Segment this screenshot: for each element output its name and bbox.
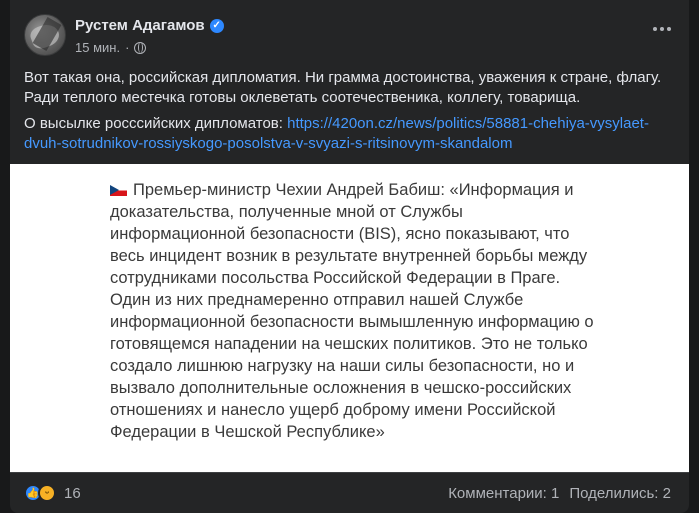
post-header: Рустем Адагамов ✓ 15 мин. ·	[10, 0, 689, 70]
author-name[interactable]: Рустем Адагамов	[75, 17, 205, 34]
post-time[interactable]: 15 мин.	[75, 40, 120, 55]
post-text: Вот такая она, российская дипломатия. Ни…	[24, 68, 674, 160]
haha-icon: ᵕ	[38, 484, 56, 502]
czech-flag-icon	[110, 185, 127, 196]
image-quote-text: Премьер-министр Чехии Андрей Бабиш: «Инф…	[110, 181, 594, 441]
post-paragraph-2: О высылке росссийских дипломатов: https:…	[24, 114, 674, 154]
avatar[interactable]	[24, 14, 66, 56]
shares-count[interactable]: Поделились: 2	[569, 485, 671, 502]
post-image[interactable]: Премьер-министр Чехии Андрей Бабиш: «Инф…	[10, 164, 689, 472]
link-prefix: О высылке росссийских дипломатов:	[24, 115, 288, 132]
reactions-count: 16	[64, 484, 81, 502]
post-paragraph-1: Вот такая она, российская дипломатия. Ни…	[24, 69, 662, 106]
meta-separator: ·	[125, 40, 130, 55]
verified-badge-icon: ✓	[209, 18, 224, 33]
post-card: Рустем Адагамов ✓ 15 мин. · Вот такая он…	[10, 0, 689, 513]
post-meta: 15 мин. ·	[75, 40, 147, 55]
author-name-row: Рустем Адагамов ✓	[75, 17, 224, 34]
post-footer: 👍 ᵕ 16 Комментарии: 1 Поделились: 2	[10, 472, 689, 513]
post-stats: Комментарии: 1 Поделились: 2	[448, 485, 671, 502]
globe-icon[interactable]	[134, 41, 147, 54]
more-options-icon[interactable]	[653, 27, 671, 31]
reactions-summary[interactable]: 👍 ᵕ 16	[24, 484, 81, 502]
image-quote: Премьер-министр Чехии Андрей Бабиш: «Инф…	[110, 179, 600, 443]
comments-count[interactable]: Комментарии: 1	[448, 485, 559, 502]
